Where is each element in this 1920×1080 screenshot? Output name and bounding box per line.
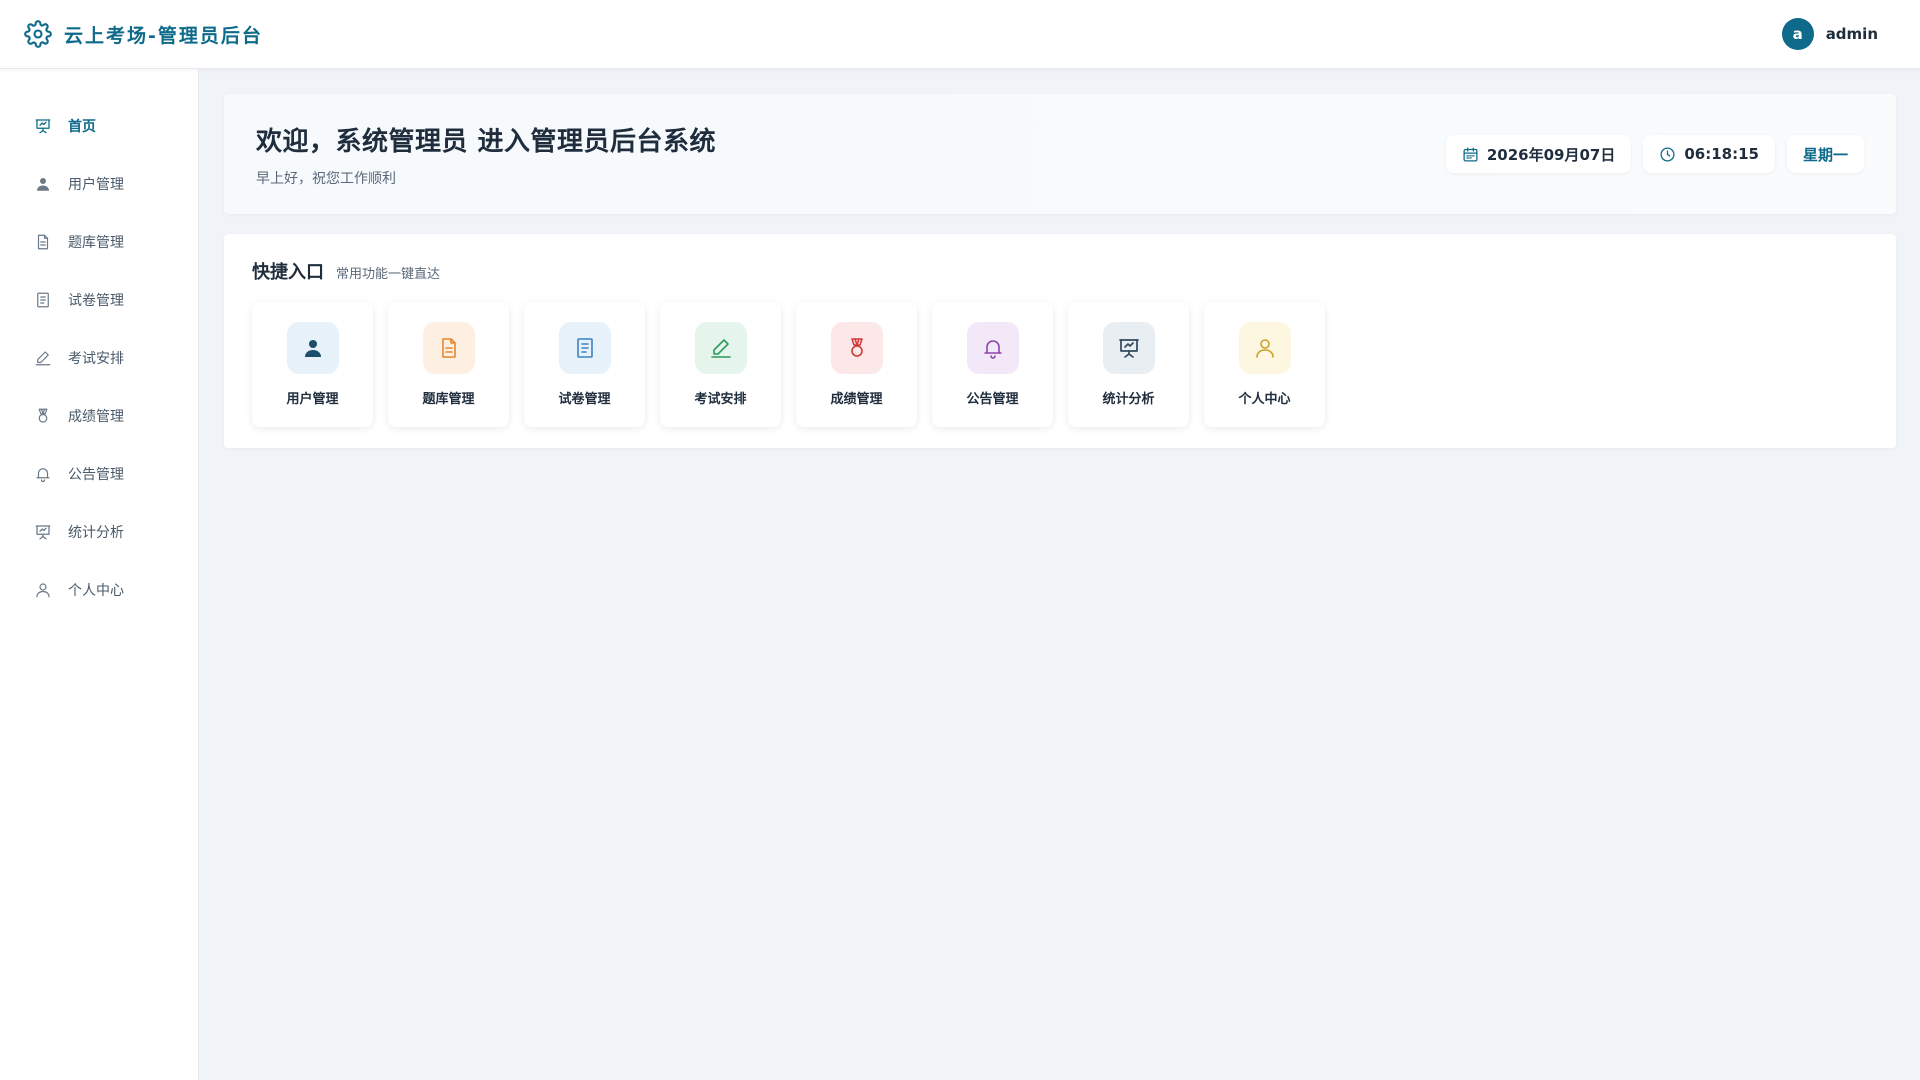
sidebar-item-users[interactable]: 用户管理 [0, 155, 198, 213]
weekday-text: 星期一 [1802, 145, 1848, 164]
document-list-icon [37, 292, 49, 308]
calendar-icon [1463, 146, 1478, 162]
quick-card-profile[interactable]: 个人中心 [1204, 302, 1325, 427]
card-icon-box [694, 322, 747, 374]
sidebar-item-home[interactable]: 首页 [0, 97, 198, 155]
sidebar: 首页 用户管理 题库管理 试卷管理 考试安排 成绩管理 公告管理 统计分析 个人… [0, 69, 199, 1080]
card-icon-box [422, 322, 475, 374]
sidebar-nav: 首页 用户管理 题库管理 试卷管理 考试安排 成绩管理 公告管理 统计分析 个人… [0, 69, 198, 619]
brand[interactable]: 云上考场-管理员后台 [24, 20, 263, 48]
document-list-icon [576, 338, 593, 358]
sidebar-item-papers[interactable]: 试卷管理 [0, 271, 198, 329]
clock-icon [1660, 146, 1675, 162]
user-menu[interactable]: a admin [1781, 18, 1878, 50]
date-text: 2026年09月07日 [1486, 145, 1616, 164]
welcome-subtitle: 早上好，祝您工作顺利 [256, 170, 396, 187]
document-icon [37, 234, 49, 250]
presentation-chart-icon [35, 119, 51, 134]
card-label: 个人中心 [1238, 392, 1291, 407]
card-icon-box [1238, 322, 1291, 374]
bell-icon [36, 468, 50, 483]
sidebar-item-statistics[interactable]: 统计分析 [0, 503, 198, 561]
quick-access-header: 快捷入口 常用功能一键直达 [252, 258, 1868, 284]
card-label: 试卷管理 [558, 392, 611, 407]
card-icon-box [1102, 322, 1155, 374]
card-icon-box [286, 322, 339, 374]
quick-card-scores[interactable]: 成绩管理 [796, 302, 917, 427]
sidebar-item-question-bank[interactable]: 题库管理 [0, 213, 198, 271]
user-outline-icon [1255, 339, 1274, 358]
username[interactable]: admin [1826, 25, 1878, 43]
card-label: 公告管理 [966, 392, 1019, 407]
quick-access-cards: 用户管理 题库管理 试卷管理 考试安排 成绩管理 公告管理 统计分析 个人中心 [252, 302, 1868, 427]
medal-icon [38, 408, 48, 423]
main-content: 欢迎，系统管理员 进入管理员后台系统 早上好，祝您工作顺利 2026年09月07… [224, 94, 1896, 448]
user-solid-icon [304, 340, 321, 357]
bell-icon [983, 340, 1002, 359]
card-label: 统计分析 [1102, 392, 1155, 407]
sidebar-item-label: 用户管理 [68, 177, 124, 193]
card-label: 成绩管理 [830, 392, 883, 407]
presentation-chart-icon [35, 525, 51, 540]
weekday-badge: 星期一 [1786, 135, 1864, 173]
card-icon-box [558, 322, 611, 374]
user-solid-icon [37, 178, 49, 191]
card-label: 题库管理 [422, 392, 475, 407]
sidebar-item-scores[interactable]: 成绩管理 [0, 387, 198, 445]
avatar[interactable]: a [1781, 18, 1814, 50]
card-label: 考试安排 [694, 392, 747, 407]
document-icon [441, 338, 456, 358]
edit-pen-icon [35, 351, 51, 366]
user-outline-icon [36, 583, 50, 598]
sidebar-item-notices[interactable]: 公告管理 [0, 445, 198, 503]
quick-access-panel: 快捷入口 常用功能一键直达 用户管理 题库管理 试卷管理 考试安排 成绩管理 公… [224, 234, 1896, 448]
time-badge: 06:18:15 [1643, 135, 1775, 173]
quick-card-papers[interactable]: 试卷管理 [524, 302, 645, 427]
medal-icon [850, 338, 863, 357]
top-bar: 云上考场-管理员后台 a admin [0, 0, 1920, 69]
presentation-chart-icon [1118, 339, 1139, 358]
time-text: 06:18:15 [1684, 145, 1759, 163]
quick-card-statistics[interactable]: 统计分析 [1068, 302, 1189, 427]
sidebar-item-label: 首页 [68, 119, 96, 135]
sidebar-item-label: 题库管理 [68, 235, 124, 251]
sidebar-item-label: 试卷管理 [68, 293, 124, 309]
welcome-text: 欢迎，系统管理员 进入管理员后台系统 早上好，祝您工作顺利 [256, 121, 716, 188]
card-icon-box [966, 322, 1019, 374]
sidebar-item-label: 成绩管理 [68, 409, 124, 425]
quick-card-users[interactable]: 用户管理 [252, 302, 373, 427]
sidebar-item-label: 个人中心 [68, 583, 124, 599]
app-title: 云上考场-管理员后台 [64, 24, 263, 47]
welcome-banner: 欢迎，系统管理员 进入管理员后台系统 早上好，祝您工作顺利 2026年09月07… [224, 94, 1896, 214]
welcome-title: 欢迎，系统管理员 进入管理员后台系统 [256, 126, 717, 157]
sidebar-item-label: 公告管理 [68, 467, 124, 483]
date-badge: 2026年09月07日 [1445, 135, 1632, 173]
sidebar-item-label: 统计分析 [68, 525, 124, 541]
sidebar-item-label: 考试安排 [68, 351, 124, 367]
quick-access-subtitle: 常用功能一键直达 [336, 267, 441, 282]
quick-card-question-bank[interactable]: 题库管理 [388, 302, 509, 427]
card-icon-box [830, 322, 883, 374]
datetime-pills: 2026年09月07日 06:18:15 星期一 [1445, 135, 1864, 173]
quick-card-exams[interactable]: 考试安排 [660, 302, 781, 427]
edit-pen-icon [710, 339, 731, 358]
sidebar-item-profile[interactable]: 个人中心 [0, 561, 198, 619]
gear-icon [24, 20, 52, 48]
sidebar-item-exams[interactable]: 考试安排 [0, 329, 198, 387]
quick-access-title: 快捷入口 [252, 262, 324, 283]
card-label: 用户管理 [286, 392, 339, 407]
quick-card-notices[interactable]: 公告管理 [932, 302, 1053, 427]
